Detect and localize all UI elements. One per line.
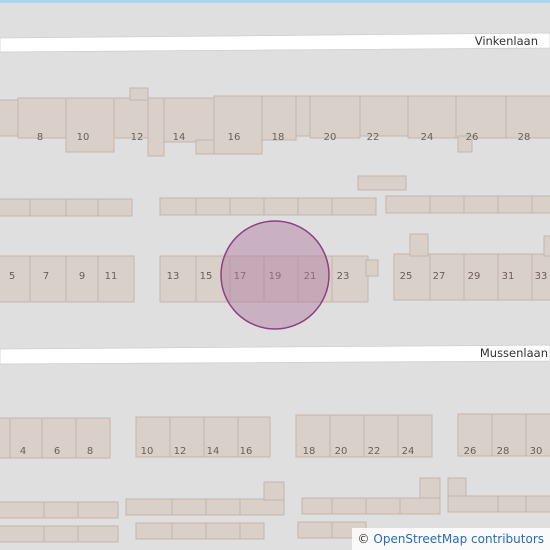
- house-number: 26: [464, 446, 477, 457]
- house-number: 8: [87, 446, 93, 457]
- attribution-link[interactable]: OpenStreetMap contributors: [373, 532, 544, 546]
- street-label-vinkenlaan: Vinkenlaan: [475, 34, 538, 48]
- house-number: 25: [400, 271, 413, 282]
- house-number: 9: [79, 271, 85, 282]
- house-number: 12: [131, 132, 144, 143]
- house-number: 29: [468, 271, 481, 282]
- house-number: 20: [335, 446, 348, 457]
- house-number: 18: [272, 132, 285, 143]
- house-number: 15: [200, 271, 213, 282]
- house-number: 4: [20, 446, 26, 457]
- house-number: 16: [228, 132, 241, 143]
- house-number: 5: [9, 271, 15, 282]
- house-number: 6: [54, 446, 60, 457]
- house-number: 27: [433, 271, 446, 282]
- house-number: 31: [502, 271, 515, 282]
- house-number: 8: [37, 132, 43, 143]
- house-number: 10: [141, 446, 154, 457]
- house-number: 11: [105, 271, 118, 282]
- location-marker[interactable]: [220, 220, 330, 330]
- house-number: 14: [173, 132, 186, 143]
- house-number: 16: [240, 446, 253, 457]
- house-number: 14: [207, 446, 220, 457]
- house-number: 24: [421, 132, 434, 143]
- house-number: 23: [337, 271, 350, 282]
- street-label-mussenlaan: Mussenlaan: [480, 346, 548, 360]
- copyright-symbol: ©: [357, 532, 370, 546]
- house-number: 10: [77, 132, 90, 143]
- house-number: 33: [535, 271, 548, 282]
- house-number: 7: [43, 271, 49, 282]
- road-mussenlaan[interactable]: [0, 344, 550, 365]
- map-attribution: © OpenStreetMap contributors: [351, 528, 550, 550]
- house-number: 13: [167, 271, 180, 282]
- building-row-vinkenlaan: [0, 87, 550, 157]
- house-number: 28: [518, 132, 531, 143]
- building-row-sheds: [0, 175, 550, 217]
- house-number: 24: [402, 446, 415, 457]
- house-number: 12: [174, 446, 187, 457]
- road-vinkenlaan[interactable]: [0, 32, 550, 53]
- house-number: 22: [367, 132, 380, 143]
- house-number: 18: [303, 446, 316, 457]
- house-number: 22: [368, 446, 381, 457]
- map-canvas[interactable]: Vinkenlaan Mussenlaan 8 10 12 14 16 18 20 22 24 2…: [0, 0, 550, 550]
- house-number: 20: [324, 132, 337, 143]
- house-number: 26: [466, 132, 479, 143]
- house-number: 30: [530, 446, 543, 457]
- house-number: 28: [497, 446, 510, 457]
